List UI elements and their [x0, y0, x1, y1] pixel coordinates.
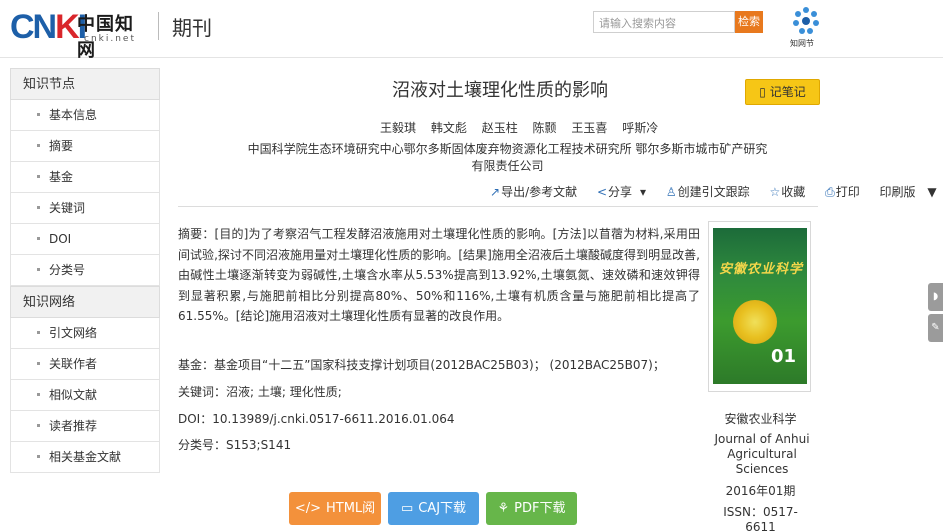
- zhiwangjie-button[interactable]: 知网节: [786, 4, 826, 52]
- section-title: 期刊: [172, 16, 212, 40]
- journal-name[interactable]: 安徽农业科学: [708, 410, 813, 427]
- sidebar-item-doi[interactable]: DOI: [10, 224, 160, 255]
- caj-download-label: CAJ下载: [418, 501, 467, 516]
- doi: DOI：10.13989/j.cnki.0517-6611.2016.01.06…: [178, 412, 455, 426]
- cnki-logo[interactable]: CNKI 中国知网 cnki.net: [10, 6, 150, 61]
- track-citation-button[interactable]: ♙创建引文跟踪: [666, 185, 758, 199]
- caret-down-icon: ▼: [927, 185, 937, 199]
- journal-english-name: Journal of Anhui Agricultural Sciences: [714, 432, 810, 476]
- feedback-icon[interactable]: ◗: [928, 283, 943, 311]
- author-link[interactable]: 王玉喜: [571, 121, 607, 135]
- sidebar-item-basic-info[interactable]: 基本信息: [10, 100, 160, 131]
- sidebar: 知识节点 基本信息 摘要 基金 关键词 DOI 分类号 知识网络 引文网络 关联…: [10, 68, 160, 473]
- zhiwangjie-icon: [793, 7, 819, 34]
- book-icon: ▭: [400, 501, 414, 516]
- export-button[interactable]: ↗导出/参考文献: [490, 185, 585, 199]
- track-label: 创建引文跟踪: [677, 185, 750, 199]
- search-button[interactable]: 检索: [735, 11, 763, 33]
- favorite-label: 收藏: [781, 185, 806, 199]
- journal-cover[interactable]: 安徽农业科学 01: [708, 221, 811, 392]
- edit-icon[interactable]: ✎: [928, 314, 943, 342]
- note-icon: ▯: [759, 85, 766, 99]
- journal-issn: ISSN：0517-6611: [723, 505, 798, 531]
- take-note-label: 记笔记: [769, 85, 806, 99]
- author-list: 王毅琪 韩文彪 赵玉柱 陈颢 王玉喜 呼斯冷: [380, 119, 669, 136]
- star-icon: ☆: [769, 185, 781, 199]
- share-icon: <: [596, 185, 607, 199]
- sidebar-item-fund[interactable]: 基金: [10, 162, 160, 193]
- header-divider: [158, 12, 159, 40]
- bell-icon: ♙: [665, 185, 677, 199]
- classification: 分类号：S153;S141: [178, 438, 292, 452]
- caj-download-button[interactable]: ▭ CAJ下载: [388, 492, 479, 525]
- print-icon: ⎙: [825, 185, 835, 199]
- sidebar-item-related-fund-docs[interactable]: 相关基金文献: [10, 442, 160, 473]
- chevron-down-icon: ▾: [640, 185, 647, 199]
- sidebar-item-abstract[interactable]: 摘要: [10, 131, 160, 162]
- search-input[interactable]: 请输入搜索内容: [593, 11, 735, 33]
- sidebar-group-title: 知识节点: [10, 68, 160, 100]
- share-button[interactable]: <分享 ▾: [597, 185, 654, 199]
- abstract: 摘要：[目的]为了考察沼气工程发酵沼液施用对土壤理化性质的影响。[方法]以苜蓿为…: [178, 227, 700, 323]
- cnki-wordmark: CNKI: [10, 8, 87, 46]
- author-link[interactable]: 韩文彪: [431, 121, 467, 135]
- sidebar-item-related-authors[interactable]: 关联作者: [10, 349, 160, 380]
- top-header: CNKI 中国知网 cnki.net 期刊 请输入搜索内容 检索 知网节: [0, 0, 943, 61]
- keywords[interactable]: 关键词：沼液; 土壤; 理化性质;: [178, 383, 342, 400]
- pdf-download-button[interactable]: ⚘ PDF下载: [486, 492, 577, 525]
- author-link[interactable]: 王毅琪: [380, 121, 416, 135]
- cover-issue: 01: [771, 346, 797, 367]
- cover-title: 安徽农业科学: [719, 262, 804, 277]
- zhiwangjie-label: 知网节: [790, 39, 814, 48]
- print-button[interactable]: ⎙打印: [825, 185, 868, 199]
- export-icon: ↗: [490, 185, 501, 199]
- article-title: 沼液对土壤理化性质的影响: [392, 80, 608, 101]
- cover-image: 安徽农业科学 01: [713, 228, 807, 384]
- sidebar-item-citation-network[interactable]: 引文网络: [10, 318, 160, 349]
- affiliation[interactable]: 中国科学院生态环境研究中心鄂尔多斯固体废弃物资源化工程技术研究所 鄂尔多斯市城市…: [245, 141, 770, 175]
- logo-url: cnki.net: [84, 34, 136, 44]
- sidebar-item-similar-docs[interactable]: 相似文献: [10, 380, 160, 411]
- sidebar-item-keywords[interactable]: 关键词: [10, 193, 160, 224]
- take-note-button[interactable]: ▯ 记笔记: [745, 79, 820, 105]
- fund-info[interactable]: 基金：基金项目“十二五”国家科技支撑计划项目(2012BAC25B03)； (2…: [178, 356, 665, 373]
- code-icon: </>: [294, 501, 321, 516]
- article-toolbar: ↗导出/参考文献 <分享 ▾ ♙创建引文跟踪 ☆收藏 ⎙打印 印刷版 ▼: [490, 183, 943, 200]
- flower-graphic: [733, 300, 777, 344]
- sidebar-group-title: 知识网络: [10, 286, 160, 318]
- pdf-icon: ⚘: [497, 501, 510, 516]
- divider: [178, 206, 818, 207]
- print-version-label: 印刷版: [879, 185, 916, 199]
- print-label: 打印: [835, 185, 860, 199]
- sidebar-item-reader-recommend[interactable]: 读者推荐: [10, 411, 160, 442]
- author-link[interactable]: 赵玉柱: [482, 121, 518, 135]
- pdf-download-label: PDF下载: [514, 501, 566, 516]
- html-read-button[interactable]: </> HTML阅读: [289, 492, 381, 525]
- share-label: 分享: [608, 185, 633, 199]
- favorite-button[interactable]: ☆收藏: [769, 185, 813, 199]
- journal-issue-date[interactable]: 2016年01期: [708, 482, 813, 499]
- html-read-label: HTML阅读: [325, 501, 376, 516]
- print-version-button[interactable]: 印刷版 ▼: [880, 185, 943, 199]
- sidebar-item-classification[interactable]: 分类号: [10, 255, 160, 286]
- author-link[interactable]: 陈颢: [533, 121, 557, 135]
- author-link[interactable]: 呼斯冷: [622, 121, 658, 135]
- export-label: 导出/参考文献: [501, 185, 578, 199]
